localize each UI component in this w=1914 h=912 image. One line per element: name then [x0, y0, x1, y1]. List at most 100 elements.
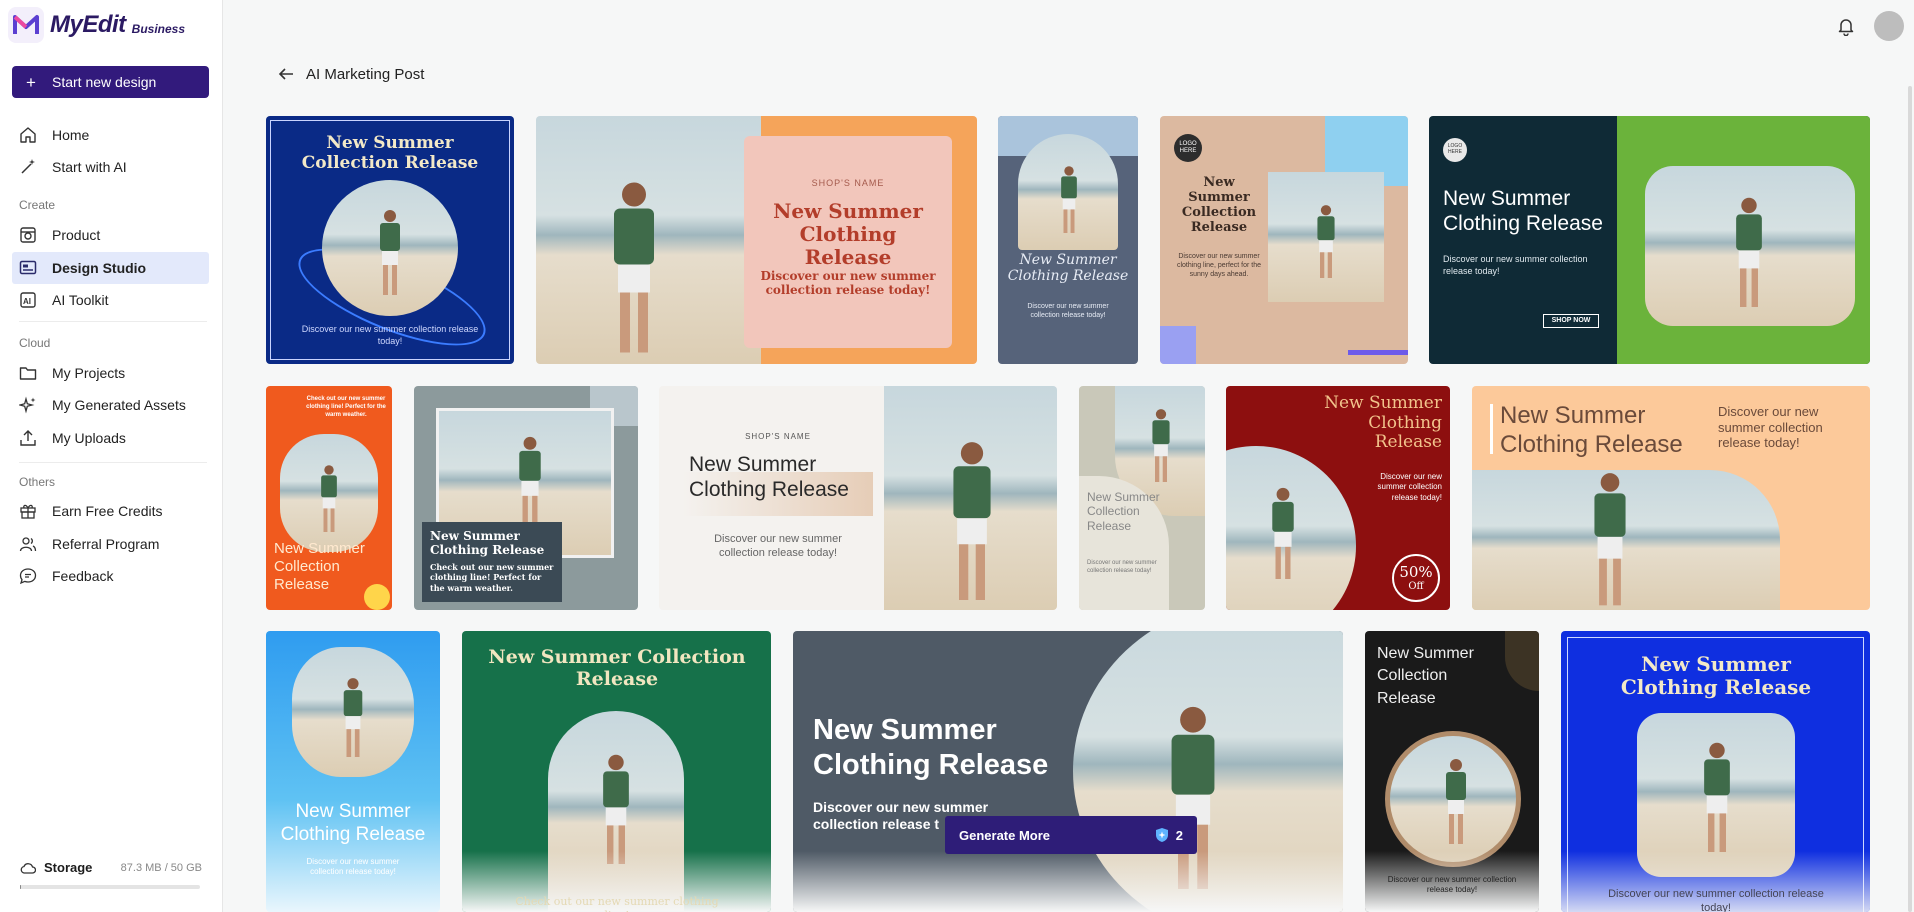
- model-photo: [1018, 134, 1118, 250]
- product-icon: [18, 225, 38, 245]
- template-card[interactable]: New Summer Clothing Release Discover our…: [266, 631, 440, 912]
- template-card[interactable]: New Summer Clothing Release Discover our…: [1561, 631, 1870, 912]
- template-card[interactable]: New Summer Collection Release Discover o…: [1365, 631, 1539, 912]
- model-photo: [322, 180, 458, 316]
- logo-placeholder: LOGO HERE: [1443, 138, 1467, 162]
- sidebar-item-design-studio[interactable]: Design Studio: [12, 252, 209, 284]
- template-card[interactable]: LOGO HERE New Summer Collection Release …: [1160, 116, 1408, 364]
- card-title: New Summer Collection Release: [301, 133, 479, 173]
- notification-bell-icon[interactable]: [1836, 16, 1856, 37]
- sidebar-item-start-with-ai[interactable]: Start with AI: [12, 151, 209, 183]
- card-title: New Summer Clothing Release: [430, 529, 545, 557]
- model-figure: [343, 678, 363, 757]
- sidebar: MyEdit Business + Start new design Home …: [0, 0, 223, 912]
- credit-count: 2: [1175, 827, 1183, 843]
- users-icon: [18, 534, 38, 554]
- template-card[interactable]: SHOP'S NAME New Summer Clothing Release …: [659, 386, 1057, 610]
- card-body: Check out our new summer clothing line!: [515, 895, 719, 912]
- template-card[interactable]: New Summer Clothing Release Discover our…: [1472, 386, 1870, 610]
- gift-icon: [18, 501, 38, 521]
- page-title: AI Marketing Post: [306, 65, 425, 83]
- model-figure: [614, 182, 654, 353]
- card-body: Discover our new summer collection relea…: [306, 857, 400, 877]
- template-card[interactable]: New Summer Clothing Release Discover our…: [998, 116, 1138, 364]
- card-title: New Summer Clothing Release: [1324, 393, 1442, 453]
- template-card[interactable]: New Summer Clothing Release Check out ou…: [414, 386, 638, 610]
- template-card[interactable]: New Summer Collection Release Discover o…: [1079, 386, 1205, 610]
- discount-badge: 50% Off: [1392, 554, 1440, 602]
- model-photo: [1268, 172, 1384, 302]
- card-title: New Summer Clothing Release: [1443, 187, 1603, 236]
- cloud-icon: [20, 862, 36, 874]
- card-body: Check out our new summer clothing line! …: [430, 562, 554, 593]
- generate-more-label: Generate More: [959, 827, 1051, 843]
- template-card[interactable]: LOGO HERE New Summer Clothing Release Di…: [1429, 116, 1870, 364]
- template-card[interactable]: New Summer Clothing Release Discover our…: [793, 631, 1343, 912]
- sparkles-icon: [18, 395, 38, 415]
- card-body: Discover our new summer collection relea…: [1387, 875, 1517, 895]
- design-studio-icon: [18, 258, 38, 278]
- sidebar-item-label: Earn Free Credits: [52, 503, 163, 519]
- storage-info[interactable]: Storage 87.3 MB / 50 GB: [20, 860, 202, 875]
- sidebar-item-my-generated-assets[interactable]: My Generated Assets: [12, 389, 209, 421]
- sidebar-item-feedback[interactable]: Feedback: [12, 560, 209, 592]
- accent-block: [1160, 326, 1196, 364]
- sidebar-item-product[interactable]: Product: [12, 219, 209, 251]
- card-body: Discover our new summer collection relea…: [1087, 560, 1157, 574]
- sidebar-item-my-projects[interactable]: My Projects: [12, 357, 209, 389]
- credit-shield-icon: [1155, 828, 1168, 842]
- folder-icon: [18, 363, 38, 383]
- fade-overlay: [793, 851, 1343, 912]
- home-icon: [18, 125, 38, 145]
- template-card[interactable]: New Summer Clothing Release Discover our…: [1226, 386, 1450, 610]
- storage-progress-fill: [20, 885, 21, 889]
- model-photo: [1385, 731, 1521, 867]
- sidebar-item-label: Start with AI: [52, 159, 127, 175]
- sidebar-item-home[interactable]: Home: [12, 119, 209, 151]
- brand-sub: Business: [131, 22, 186, 36]
- model-figure: [380, 210, 400, 295]
- sidebar-item-label: My Projects: [52, 365, 126, 381]
- section-create: Create: [19, 198, 56, 212]
- storage-label: Storage: [44, 860, 93, 875]
- sidebar-item-label: My Generated Assets: [52, 397, 186, 413]
- model-figure: [1736, 197, 1762, 307]
- card-body: Discover our new summer collection relea…: [1443, 254, 1588, 276]
- model-figure: [1446, 759, 1466, 844]
- card-body: Discover our new summer collection relea…: [1718, 404, 1823, 451]
- upload-icon: [18, 428, 38, 448]
- credit-cost: 2: [1154, 827, 1183, 843]
- scrollbar[interactable]: [1908, 86, 1912, 912]
- sidebar-item-label: Design Studio: [52, 260, 147, 276]
- card-body: Discover our new summer collection relea…: [1377, 472, 1442, 502]
- start-new-design-button[interactable]: + Start new design: [12, 66, 209, 98]
- avatar[interactable]: [1874, 11, 1904, 41]
- generate-more-button[interactable]: Generate More 2: [945, 816, 1197, 854]
- chat-bubble-icon: [18, 566, 38, 586]
- section-cloud: Cloud: [19, 336, 51, 350]
- model-photo: [884, 386, 1057, 610]
- shop-now-button[interactable]: SHOP NOW: [1543, 314, 1599, 328]
- card-body: Discover our new summer clothing line, p…: [1176, 253, 1262, 279]
- model-figure: [1594, 473, 1626, 606]
- arrow-left-icon: [278, 68, 293, 80]
- card-title: New Summer Collection Release: [1087, 490, 1160, 533]
- template-card[interactable]: New Summer Collection Release Check out …: [462, 631, 771, 912]
- brand-logo[interactable]: MyEdit Business: [8, 6, 185, 44]
- sidebar-item-ai-toolkit[interactable]: AI AI Toolkit: [12, 284, 209, 316]
- sidebar-item-referral-program[interactable]: Referral Program: [12, 528, 209, 560]
- template-card[interactable]: New Summer Collection Release Discover o…: [266, 116, 514, 364]
- template-card[interactable]: Check out our new summer clothing line! …: [266, 386, 392, 610]
- card-title: New Summer Collection Release: [1377, 645, 1474, 707]
- card-title: New Summer Collection Release: [1181, 175, 1257, 235]
- sidebar-item-my-uploads[interactable]: My Uploads: [12, 422, 209, 454]
- card-shop-name: SHOP'S NAME: [745, 432, 811, 441]
- sidebar-item-earn-free-credits[interactable]: Earn Free Credits: [12, 495, 209, 527]
- card-title: New Summer Clothing Release: [773, 199, 923, 269]
- back-button[interactable]: AI Marketing Post: [276, 64, 424, 84]
- sidebar-item-label: AI Toolkit: [52, 292, 109, 308]
- model-photo: [536, 116, 761, 364]
- template-card[interactable]: SHOP'S NAME New Summer Clothing Release …: [536, 116, 977, 364]
- model-photo: [1226, 446, 1356, 610]
- card-title: New Summer Clothing Release: [813, 714, 1049, 781]
